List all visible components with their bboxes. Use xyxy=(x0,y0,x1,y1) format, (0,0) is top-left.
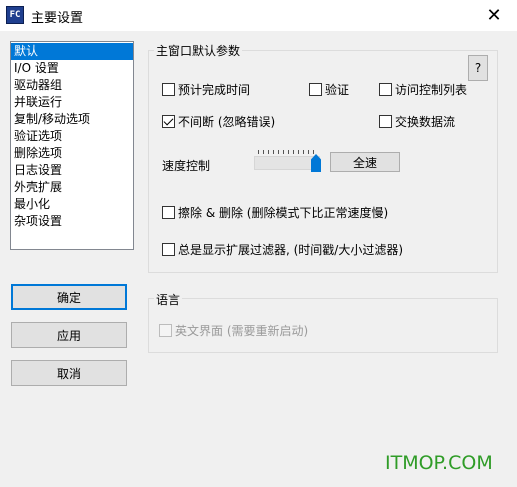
close-button[interactable]: ✕ xyxy=(471,0,517,31)
watermark: ITMOP.COM xyxy=(385,452,493,474)
help-button[interactable]: ? xyxy=(468,55,488,81)
erase-delete-label: 擦除 & 删除 (删除模式下比正常速度慢) xyxy=(178,206,389,220)
cancel-button[interactable]: 取消 xyxy=(11,360,127,386)
list-item[interactable]: 最小化 xyxy=(11,196,133,213)
list-item[interactable]: 外壳扩展 xyxy=(11,179,133,196)
list-item[interactable]: 验证选项 xyxy=(11,128,133,145)
list-item[interactable]: 驱动器组 xyxy=(11,77,133,94)
erase-delete-checkbox[interactable]: 擦除 & 删除 (删除模式下比正常速度慢) xyxy=(162,204,388,221)
window-title: 主要设置 xyxy=(31,11,84,26)
nonstop-checkbox[interactable]: 不间断 (忽略错误) xyxy=(162,113,275,130)
ok-button[interactable]: 确定 xyxy=(11,284,127,310)
verify-checkbox[interactable]: 验证 xyxy=(309,81,349,98)
apply-button[interactable]: 应用 xyxy=(11,322,127,348)
list-item[interactable]: 并联运行 xyxy=(11,94,133,111)
estimate-time-checkbox[interactable]: 预计完成时间 xyxy=(162,81,250,98)
exchange-stream-checkbox[interactable]: 交换数据流 xyxy=(379,113,455,130)
slider-ticks xyxy=(258,150,318,154)
main-defaults-title: 主窗口默认参数 xyxy=(154,42,243,59)
english-ui-label: 英文界面 (需要重新启动) xyxy=(175,324,309,338)
category-list[interactable]: 默认 I/O 设置 驱动器组 并联运行 复制/移动选项 验证选项 删除选项 日志设置 外壳扩展最… xyxy=(10,41,134,250)
app-icon: FC xyxy=(6,6,24,24)
title-bar: FC 主要设置 ✕ xyxy=(0,0,517,31)
speed-control-label: 速度控制 xyxy=(162,159,211,173)
exchange-stream-label: 交换数据流 xyxy=(395,115,456,129)
full-speed-button[interactable]: 全速 xyxy=(330,152,400,172)
list-item[interactable]: 复制/移动选项 xyxy=(11,111,133,128)
verify-label: 验证 xyxy=(325,83,350,97)
list-item[interactable]: 日志设置 xyxy=(11,162,133,179)
slider-track xyxy=(254,156,320,170)
nonstop-label: 不间断 (忽略错误) xyxy=(178,115,276,129)
english-ui-checkbox[interactable]: 英文界面 (需要重新启动) xyxy=(159,322,308,339)
acl-list-checkbox[interactable]: 访问控制列表 xyxy=(379,81,467,98)
list-item[interactable]: 杂项设置 xyxy=(11,213,133,230)
estimate-time-label: 预计完成时间 xyxy=(178,83,251,97)
checkmark-icon xyxy=(163,115,174,126)
list-item[interactable]: 默认 xyxy=(11,43,133,60)
close-icon: ✕ xyxy=(486,5,502,26)
always-show-filter-label: 总是显示扩展过滤器, (时间戳/大小过滤器) xyxy=(178,243,404,257)
list-item[interactable]: I/O 设置 xyxy=(11,60,133,77)
acl-list-label: 访问控制列表 xyxy=(395,83,468,97)
language-title: 语言 xyxy=(154,291,183,308)
always-show-filter-checkbox[interactable]: 总是显示扩展过滤器, (时间戳/大小过滤器) xyxy=(162,241,403,258)
list-item[interactable]: 删除选项 xyxy=(11,145,133,162)
speed-slider[interactable] xyxy=(254,148,322,176)
